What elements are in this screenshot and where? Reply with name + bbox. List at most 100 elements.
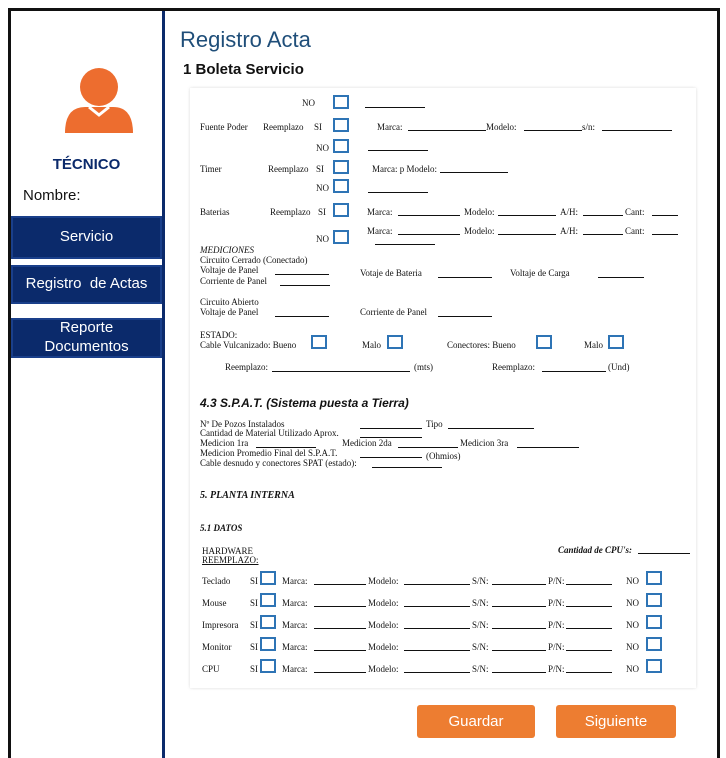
pn-field[interactable] — [566, 650, 612, 651]
sn-field[interactable] — [492, 672, 546, 673]
page-title: Registro Acta — [180, 27, 311, 52]
si-label: SI — [316, 164, 325, 174]
save-button[interactable]: Guardar — [417, 705, 535, 738]
marca-field[interactable] — [398, 234, 460, 235]
modelo-label: Modelo: — [368, 620, 399, 630]
sidebar-item-servicio[interactable]: Servicio — [11, 216, 162, 259]
voltaje-panel-field[interactable] — [275, 316, 329, 317]
cant-field[interactable] — [652, 215, 678, 216]
mouse-no-checkbox[interactable] — [646, 593, 662, 607]
hw-item-label: CPU — [202, 664, 220, 674]
marca-field[interactable] — [314, 584, 366, 585]
cpu-si-checkbox[interactable] — [260, 659, 276, 673]
cable-malo-checkbox[interactable] — [387, 335, 403, 349]
teclado-no-checkbox[interactable] — [646, 571, 662, 585]
mouse-si-checkbox[interactable] — [260, 593, 276, 607]
pn-field[interactable] — [566, 584, 612, 585]
modelo-label: Modelo: — [486, 122, 517, 132]
marca-field[interactable] — [314, 606, 366, 607]
baterias-no2-checkbox[interactable] — [333, 230, 349, 244]
next-button[interactable]: Siguiente — [556, 705, 676, 738]
ah-field[interactable] — [583, 234, 623, 235]
planta-interna-heading: 5. PLANTA INTERNA — [200, 490, 295, 501]
pozos-field[interactable] — [360, 428, 422, 429]
timer-modelo-field[interactable] — [440, 172, 508, 173]
baterias-label: Baterias — [200, 207, 230, 217]
conectores-malo-checkbox[interactable] — [608, 335, 624, 349]
si-label: SI — [250, 576, 259, 586]
sn-field[interactable] — [602, 130, 672, 131]
medicion-2da-field[interactable] — [398, 447, 458, 448]
modelo-field[interactable] — [404, 650, 470, 651]
medicion-3ra-field[interactable] — [517, 447, 579, 448]
conectores-bueno-checkbox[interactable] — [536, 335, 552, 349]
cable-vulcanizado-label: Cable Vulcanizado: Bueno — [200, 340, 297, 350]
modelo-field[interactable] — [404, 628, 470, 629]
voltaje-panel-field[interactable] — [275, 274, 329, 275]
reemplazo-und-field[interactable] — [542, 371, 606, 372]
cable-desnudo-field[interactable] — [372, 467, 442, 468]
pn-field[interactable] — [566, 606, 612, 607]
cable-desnudo-label: Cable desnudo y conectores SPAT (estado)… — [200, 458, 357, 468]
pn-label: P/N: — [548, 576, 565, 586]
votaje-bateria-field[interactable] — [438, 277, 492, 278]
cable-bueno-checkbox[interactable] — [311, 335, 327, 349]
marca-field[interactable] — [314, 650, 366, 651]
sn-field[interactable] — [492, 628, 546, 629]
no-label: NO — [626, 620, 639, 630]
marca-field[interactable] — [314, 628, 366, 629]
sn-field[interactable] — [492, 606, 546, 607]
reemplazo-mts-field[interactable] — [272, 371, 410, 372]
cpu-no-checkbox[interactable] — [646, 659, 662, 673]
monitor-si-checkbox[interactable] — [260, 637, 276, 651]
modelo-label: Modelo: — [464, 207, 495, 217]
medicion-promedio-field[interactable] — [360, 457, 422, 458]
tipo-field[interactable] — [448, 428, 534, 429]
timer-si-checkbox[interactable] — [333, 160, 349, 174]
teclado-si-checkbox[interactable] — [260, 571, 276, 585]
pn-field[interactable] — [566, 672, 612, 673]
fuente-no-checkbox[interactable] — [333, 95, 349, 109]
corriente-panel-field[interactable] — [438, 316, 492, 317]
hw-row-impresora: Impresora SI Marca: Modelo: S/N: P/N: NO — [190, 615, 696, 633]
cant-field[interactable] — [652, 234, 678, 235]
sn-field[interactable] — [492, 584, 546, 585]
cantidad-cpus-label: Cantidad de CPU's: — [558, 545, 633, 555]
reemplazo-label: Reemplazo — [268, 164, 309, 174]
marca-field[interactable] — [408, 130, 486, 131]
baterias-si-checkbox[interactable] — [333, 203, 349, 217]
cantidad-cpus-field[interactable] — [638, 553, 690, 554]
impresora-no-checkbox[interactable] — [646, 615, 662, 629]
sn-label: s/n: — [582, 122, 596, 132]
modelo-field[interactable] — [498, 234, 556, 235]
sidebar-item-reporte-documentos[interactable]: Reporte Documentos — [11, 318, 162, 358]
voltaje-panel-label: Voltaje de Panel — [200, 265, 259, 275]
pn-field[interactable] — [566, 628, 612, 629]
voltaje-panel-label: Voltaje de Panel — [200, 307, 259, 317]
modelo-field[interactable] — [404, 584, 470, 585]
modelo-field[interactable] — [498, 215, 556, 216]
monitor-no-checkbox[interactable] — [646, 637, 662, 651]
hw-item-label: Teclado — [202, 576, 231, 586]
impresora-si-checkbox[interactable] — [260, 615, 276, 629]
ah-label: A/H: — [560, 207, 578, 217]
hw-item-label: Impresora — [202, 620, 239, 630]
timer-no-checkbox[interactable] — [333, 139, 349, 153]
modelo-field[interactable] — [404, 606, 470, 607]
modelo-field[interactable] — [404, 672, 470, 673]
marca-field[interactable] — [314, 672, 366, 673]
circuito-cerrado-label: Circuito Cerrado (Conectado) — [200, 255, 308, 265]
marca-label: Marca: — [282, 664, 308, 674]
modelo-label: Modelo: — [368, 576, 399, 586]
ah-field[interactable] — [583, 215, 623, 216]
ohmios-label: (Ohmios) — [426, 451, 461, 461]
baterias-no-checkbox[interactable] — [333, 179, 349, 193]
sn-field[interactable] — [492, 650, 546, 651]
modelo-field[interactable] — [524, 130, 582, 131]
voltaje-carga-field[interactable] — [598, 277, 644, 278]
corriente-panel-field[interactable] — [280, 285, 330, 286]
marca-field[interactable] — [398, 215, 460, 216]
fuente-si-checkbox[interactable] — [333, 118, 349, 132]
marca-label: Marca: — [282, 576, 308, 586]
sidebar-item-registro-actas[interactable]: Registro de Actas — [11, 265, 162, 304]
